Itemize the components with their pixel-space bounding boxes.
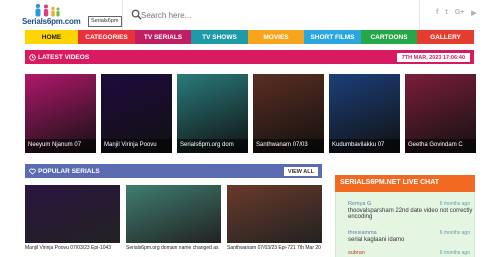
chat-message: subran 6 months ago xyxy=(348,250,474,256)
current-date-badge: 7TH MAR, 2023 17:06:40 xyxy=(396,53,470,62)
page: Serials6pm.com Serials6pm f t G+ ▶ HOME … xyxy=(0,0,500,257)
live-chat-box[interactable]: Remya G 6 months ago thoovalsparsham 22n… xyxy=(335,192,475,257)
site-logo[interactable]: Serials6pm.com Serials6pm xyxy=(18,2,122,30)
facebook-icon[interactable]: f xyxy=(436,9,438,21)
chat-message: Remya G 6 months ago thoovalsparsham 22n… xyxy=(348,201,474,220)
live-chat-title: SERIALS6PM.NET LIVE CHAT xyxy=(340,179,440,186)
video-card[interactable]: Serials6pm.org dom xyxy=(177,74,248,153)
clock-icon xyxy=(29,53,36,61)
popular-serials-title: POPULAR SERIALS xyxy=(38,167,100,175)
popular-thumbnail xyxy=(227,185,322,243)
nav-cartoons[interactable]: CARTOONS xyxy=(361,30,417,44)
chat-message: thresiamma 6 months ago serial kaglaani … xyxy=(348,230,474,243)
video-card[interactable]: Manjil Virinja Poovu xyxy=(101,74,172,153)
chat-text: serial kaglaani idamo xyxy=(348,237,405,243)
latest-videos-row: Neeyum Njanum 07 Manjil Virinja Poovu Se… xyxy=(25,74,476,153)
nav-gallery[interactable]: GALLERY xyxy=(417,30,474,44)
video-title: Santhwanam 07/03 xyxy=(253,139,324,153)
nav-short-films[interactable]: SHORT FILMS xyxy=(304,30,361,44)
social-links: f t G+ ▶ xyxy=(436,9,477,21)
nav-categories[interactable]: CATEGORIES xyxy=(78,30,135,44)
popular-item-title[interactable]: Serials6pm.org domain name changed as xyxy=(126,245,221,251)
youtube-icon[interactable]: ▶ xyxy=(471,9,476,21)
chat-time: 6 months ago xyxy=(439,250,470,256)
nav-tv-serials[interactable]: TV SERIALS xyxy=(135,30,191,44)
nav-movies[interactable]: MOVIES xyxy=(248,30,304,44)
google-plus-icon[interactable]: G+ xyxy=(455,9,465,21)
nav-home[interactable]: HOME xyxy=(25,30,78,44)
search-input[interactable] xyxy=(141,6,341,24)
popular-serials-heading: POPULAR SERIALS xyxy=(29,164,100,178)
video-card[interactable]: Kudumbavilakku 07 xyxy=(329,74,400,153)
video-title: Neeyum Njanum 07 xyxy=(25,139,96,153)
chat-time: 6 months ago xyxy=(439,201,470,207)
heart-icon xyxy=(29,168,36,175)
live-chat-header: SERIALS6PM.NET LIVE CHAT xyxy=(335,175,475,192)
latest-videos-bar: LATEST VIDEOS 7TH MAR, 2023 17:06:40 xyxy=(25,50,474,64)
chat-text: thoovalsparsham 22nd date video not corr… xyxy=(348,208,473,220)
video-card[interactable]: Neeyum Njanum 07 xyxy=(25,74,96,153)
video-card[interactable]: Geetha Govindam C xyxy=(405,74,476,153)
popular-item[interactable] xyxy=(25,185,120,243)
latest-videos-heading: LATEST VIDEOS xyxy=(29,50,89,64)
video-title: Serials6pm.org dom xyxy=(177,139,248,153)
chat-time: 6 months ago xyxy=(439,230,470,236)
search-bar xyxy=(122,0,420,30)
popular-item[interactable] xyxy=(126,185,221,243)
video-card[interactable]: Santhwanam 07/03 xyxy=(253,74,324,153)
popular-item-title[interactable]: Santhwanam 07/03/23 Epi-721 7th Mar 20 xyxy=(227,245,322,251)
video-title: Manjil Virinja Poovu xyxy=(101,139,172,153)
family-logo-icon xyxy=(35,3,60,17)
popular-item-title[interactable]: Manjil Virinja Poovu 07/03/23 Epi-1043 xyxy=(25,245,120,251)
logo-text: Serials6pm.com xyxy=(22,17,81,26)
popular-thumbnail xyxy=(126,185,221,243)
video-title: Kudumbavilakku 07 xyxy=(329,139,400,153)
twitter-icon[interactable]: t xyxy=(445,9,447,21)
popular-item[interactable] xyxy=(227,185,322,243)
video-title: Geetha Govindam C xyxy=(405,139,476,153)
site-header: Serials6pm.com Serials6pm f t G+ ▶ xyxy=(0,0,500,30)
popular-thumbnail xyxy=(25,185,120,243)
view-all-button[interactable]: VIEW ALL xyxy=(283,167,318,176)
popular-serials-bar: POPULAR SERIALS VIEW ALL xyxy=(25,164,322,178)
logo-tag: Serials6pm xyxy=(88,16,122,27)
main-nav: HOME CATEGORIES TV SERIALS TV SHOWS MOVI… xyxy=(25,30,474,44)
nav-tv-shows[interactable]: TV SHOWS xyxy=(191,30,248,44)
latest-videos-title: LATEST VIDEOS xyxy=(38,53,90,61)
